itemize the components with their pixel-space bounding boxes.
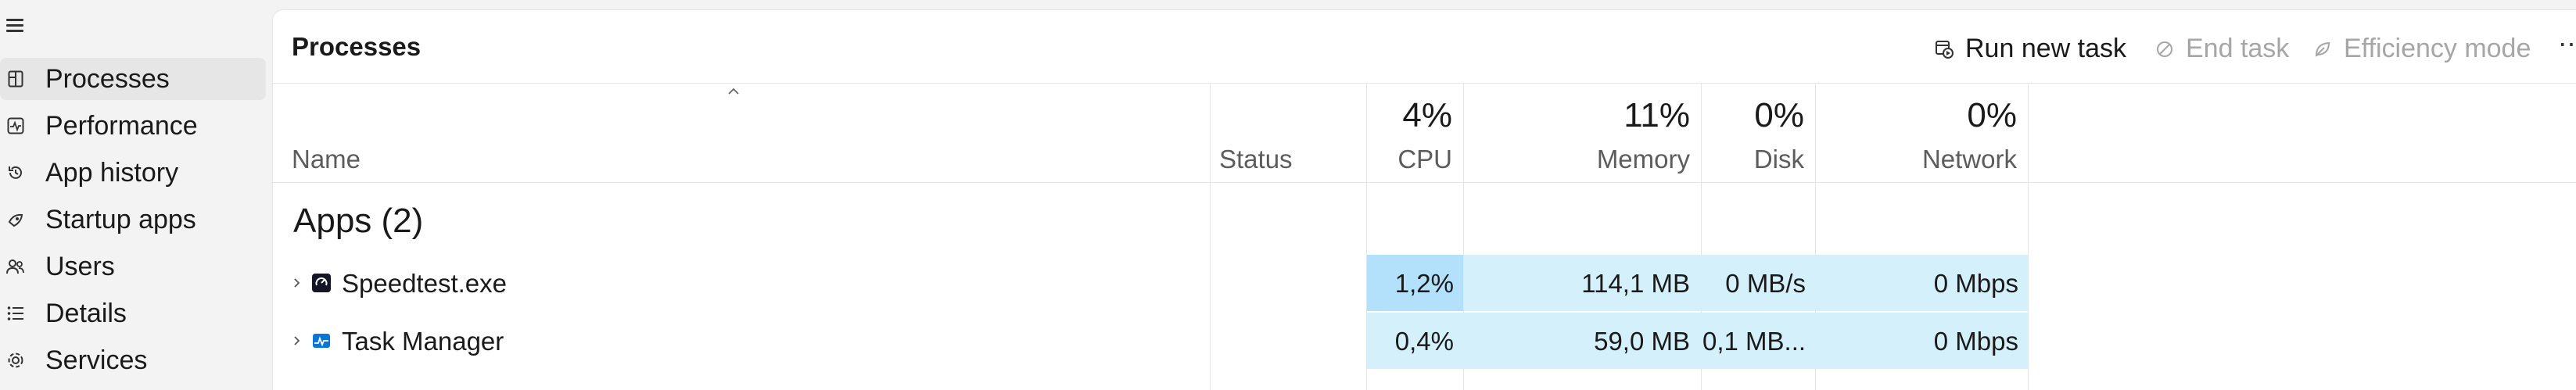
sidebar-item-processes[interactable]: Processes bbox=[0, 58, 266, 100]
memory-usage-total: 11% bbox=[1623, 96, 1690, 134]
sidebar-item-label: Details bbox=[45, 298, 127, 328]
expand-chevron-icon[interactable] bbox=[292, 275, 303, 291]
sidebar-item-performance[interactable]: Performance bbox=[0, 105, 266, 147]
column-header-disk[interactable]: Disk bbox=[1702, 145, 1804, 174]
end-task-label: End task bbox=[2186, 34, 2290, 63]
services-icon bbox=[6, 351, 25, 370]
sidebar-item-services[interactable]: Services bbox=[0, 339, 266, 381]
column-header-status[interactable]: Status bbox=[1219, 145, 1293, 174]
column-header-name[interactable]: Name bbox=[292, 145, 361, 174]
speedtest-app-icon bbox=[312, 274, 331, 292]
run-new-task-button[interactable]: Run new task bbox=[1934, 34, 2126, 64]
toolbar-divider bbox=[273, 83, 2576, 84]
more-options-button[interactable]: ⋯ bbox=[2558, 29, 2576, 60]
table-row[interactable]: Speedtest.exe 1,2% 114,1 MB 0 MB/s 0 Mbp… bbox=[273, 255, 2576, 311]
memory-value: 59,0 MB bbox=[1594, 327, 1690, 356]
column-header-network[interactable]: Network bbox=[1817, 145, 2017, 174]
efficiency-mode-button[interactable]: Efficiency mode bbox=[2312, 34, 2531, 64]
app-history-icon bbox=[6, 163, 25, 182]
efficiency-mode-label: Efficiency mode bbox=[2344, 34, 2531, 63]
sidebar-item-label: Users bbox=[45, 251, 115, 281]
sidebar-item-app-history[interactable]: App history bbox=[0, 152, 266, 194]
processes-icon bbox=[6, 70, 25, 88]
leaf-icon bbox=[2312, 39, 2333, 59]
sidebar-item-label: Services bbox=[45, 345, 148, 375]
sidebar-item-label: Startup apps bbox=[45, 204, 196, 234]
sidebar-item-details[interactable]: Details bbox=[0, 292, 266, 335]
run-new-task-label: Run new task bbox=[1965, 34, 2126, 63]
cpu-value: 1,2% bbox=[1394, 269, 1454, 298]
task-manager-app-icon bbox=[312, 331, 331, 350]
sidebar-item-label: Performance bbox=[45, 110, 198, 141]
table-row[interactable]: Task Manager 0,4% 59,0 MB 0,1 MB... 0 Mb… bbox=[273, 313, 2576, 369]
run-task-icon bbox=[1934, 39, 1954, 59]
processes-panel: Processes Run new task End task Efficien… bbox=[272, 9, 2576, 390]
network-usage-total: 0% bbox=[1967, 96, 2017, 134]
end-task-icon bbox=[2154, 39, 2175, 59]
network-value: 0 Mbps bbox=[1933, 269, 2018, 298]
sidebar-item-users[interactable]: Users bbox=[0, 245, 266, 288]
disk-usage-total: 0% bbox=[1754, 96, 1804, 134]
sidebar-item-label: App history bbox=[45, 157, 179, 188]
performance-icon bbox=[6, 116, 25, 135]
sidebar-item-label: Processes bbox=[45, 63, 170, 94]
group-header-apps: Apps (2) bbox=[293, 202, 424, 240]
disk-value: 0,1 MB... bbox=[1702, 327, 1806, 356]
header-divider bbox=[273, 182, 2576, 183]
startup-apps-icon bbox=[6, 210, 25, 229]
details-icon bbox=[6, 304, 25, 323]
users-icon bbox=[6, 257, 25, 276]
sidebar: Processes Performance App history Startu… bbox=[0, 0, 272, 389]
memory-value: 114,1 MB bbox=[1581, 269, 1690, 298]
page-title: Processes bbox=[292, 32, 422, 61]
network-value: 0 Mbps bbox=[1933, 327, 2018, 356]
process-name: Task Manager bbox=[342, 327, 504, 356]
column-header-memory[interactable]: Memory bbox=[1465, 145, 1690, 174]
cpu-usage-total: 4% bbox=[1402, 96, 1452, 134]
process-name: Speedtest.exe bbox=[342, 269, 507, 298]
disk-value: 0 MB/s bbox=[1725, 269, 1806, 298]
cpu-value: 0,4% bbox=[1394, 327, 1454, 356]
sidebar-item-startup-apps[interactable]: Startup apps bbox=[0, 199, 266, 241]
menu-icon[interactable] bbox=[6, 17, 25, 34]
expand-chevron-icon[interactable] bbox=[292, 333, 303, 349]
column-header-cpu[interactable]: CPU bbox=[1368, 145, 1452, 174]
end-task-button[interactable]: End task bbox=[2154, 34, 2289, 64]
